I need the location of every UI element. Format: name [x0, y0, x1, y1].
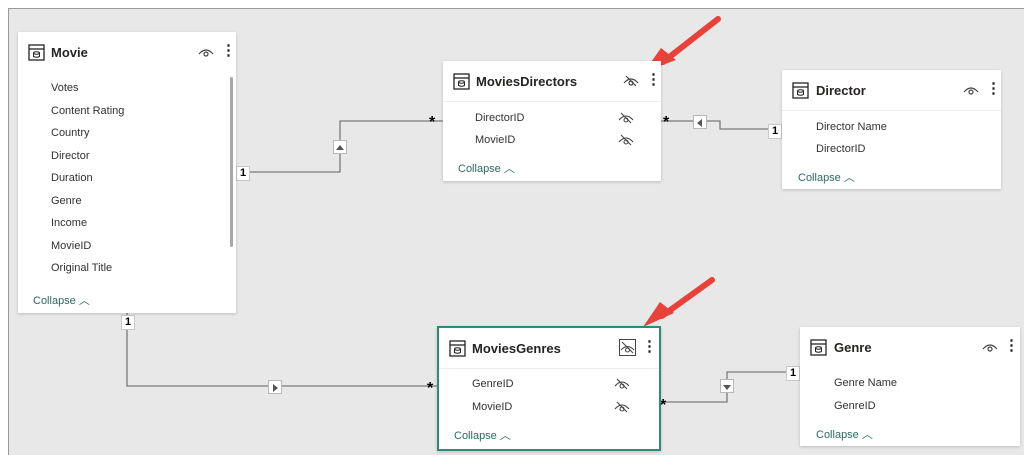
table-card-moviesgenres[interactable]: MoviesGenres ⋮ GenreID MovieID Collapse …: [437, 326, 661, 451]
cardinality-one-movie-genres: 1: [121, 315, 136, 330]
collapse-button[interactable]: Collapse ︿: [33, 292, 90, 308]
table-card-genre[interactable]: Genre ⋮ Genre Name GenreID Collapse ︿: [800, 327, 1020, 446]
divider: [782, 110, 1001, 111]
table-icon: [810, 339, 827, 356]
cardinality-many-moviesdirectors-right: *: [663, 114, 670, 131]
divider: [439, 368, 659, 369]
field-original-title[interactable]: Original Title: [51, 262, 112, 274]
collapse-button[interactable]: Collapse ︿: [454, 427, 511, 443]
field-genre[interactable]: Genre: [51, 195, 82, 207]
table-title: Director: [816, 83, 866, 98]
eye-off-icon[interactable]: [623, 75, 639, 87]
field-genreid[interactable]: GenreID: [834, 400, 876, 412]
table-icon: [792, 82, 809, 99]
collapse-label: Collapse: [458, 163, 501, 175]
field-movieid[interactable]: MovieID: [475, 134, 515, 146]
table-card-moviesdirectors[interactable]: MoviesDirectors ⋮ DirectorID MovieID Col…: [443, 61, 661, 181]
collapse-label: Collapse: [816, 429, 859, 441]
more-options-icon[interactable]: ⋮: [221, 43, 236, 61]
divider: [443, 101, 661, 102]
table-card-movie[interactable]: Movie ⋮ Votes Content Rating Country Dir…: [18, 32, 236, 313]
field-director-name[interactable]: Director Name: [816, 121, 887, 133]
eye-off-icon[interactable]: [614, 378, 630, 390]
chevron-up-icon: ︿: [861, 429, 873, 441]
field-genreid[interactable]: GenreID: [472, 378, 514, 390]
collapse-button[interactable]: Collapse ︿: [816, 426, 873, 442]
more-options-icon[interactable]: ⋮: [646, 72, 661, 90]
table-title: Genre: [834, 340, 872, 355]
collapse-label: Collapse: [454, 430, 497, 442]
chevron-up-icon: ︿: [503, 163, 515, 175]
chevron-up-icon: ︿: [843, 172, 855, 184]
table-header[interactable]: Genre ⋮: [800, 327, 1020, 367]
collapse-button[interactable]: Collapse ︿: [798, 169, 855, 185]
cardinality-one-genre: 1: [786, 366, 801, 381]
field-genre-name[interactable]: Genre Name: [834, 377, 897, 389]
field-movieid[interactable]: MovieID: [51, 240, 91, 252]
eye-off-icon[interactable]: [618, 112, 634, 124]
field-duration[interactable]: Duration: [51, 172, 93, 184]
cardinality-one-director: 1: [768, 124, 783, 139]
eye-icon[interactable]: [963, 84, 979, 96]
field-directorid[interactable]: DirectorID: [816, 143, 866, 155]
table-header[interactable]: Movie ⋮: [18, 32, 236, 72]
more-options-icon[interactable]: ⋮: [986, 81, 1001, 99]
field-directorid[interactable]: DirectorID: [475, 112, 525, 124]
table-title: MoviesGenres: [472, 341, 561, 356]
cardinality-many-moviesdirectors-left: *: [429, 114, 436, 131]
eye-off-icon[interactable]: [614, 401, 630, 413]
table-title: Movie: [51, 45, 88, 60]
scrollbar[interactable]: [230, 77, 233, 247]
field-income[interactable]: Income: [51, 217, 87, 229]
filter-direction-right-icon[interactable]: [268, 380, 282, 394]
eye-icon[interactable]: [982, 341, 998, 353]
field-content-rating[interactable]: Content Rating: [51, 105, 124, 117]
eye-off-boxed-icon[interactable]: [619, 339, 636, 356]
eye-off-icon[interactable]: [618, 134, 634, 146]
table-icon: [449, 340, 466, 357]
collapse-label: Collapse: [798, 172, 841, 184]
filter-direction-down-icon[interactable]: [720, 379, 734, 393]
filter-direction-left-icon[interactable]: [693, 115, 707, 129]
collapse-button[interactable]: Collapse ︿: [458, 160, 515, 176]
chevron-up-icon: ︿: [78, 295, 90, 307]
field-director[interactable]: Director: [51, 150, 90, 162]
table-header[interactable]: MoviesGenres ⋮: [439, 328, 659, 368]
cardinality-many-moviesgenres-left: *: [427, 380, 434, 397]
filter-direction-up-icon[interactable]: [333, 140, 347, 154]
more-options-icon[interactable]: ⋮: [642, 339, 657, 357]
table-header[interactable]: MoviesDirectors ⋮: [443, 61, 661, 101]
table-title: MoviesDirectors: [476, 74, 578, 89]
eye-icon[interactable]: [198, 46, 214, 58]
more-options-icon[interactable]: ⋮: [1004, 338, 1019, 356]
field-movieid[interactable]: MovieID: [472, 401, 512, 413]
field-country[interactable]: Country: [51, 127, 90, 139]
table-card-director[interactable]: Director ⋮ Director Name DirectorID Coll…: [782, 70, 1001, 189]
field-votes[interactable]: Votes: [51, 82, 79, 94]
table-icon: [28, 44, 45, 61]
table-icon: [453, 73, 470, 90]
table-header[interactable]: Director ⋮: [782, 70, 1001, 110]
chevron-up-icon: ︿: [499, 430, 511, 442]
collapse-label: Collapse: [33, 295, 76, 307]
cardinality-one-movie-directors: 1: [236, 166, 251, 181]
